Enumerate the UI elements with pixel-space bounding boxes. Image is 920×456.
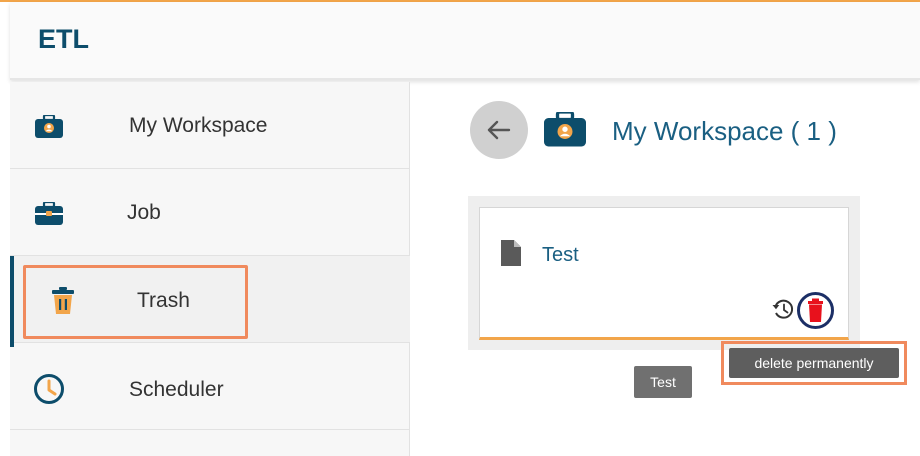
sidebar-item-label: Scheduler <box>129 378 224 401</box>
delete-permanently-button[interactable] <box>797 292 834 329</box>
arrow-left-icon <box>487 120 511 140</box>
card-title: Test <box>542 244 579 266</box>
clock-icon <box>33 373 65 410</box>
page-title: My Workspace ( 1 ) <box>612 116 837 146</box>
sidebar-item-label: My Workspace <box>129 114 268 137</box>
sidebar-item-scheduler[interactable]: Scheduler <box>10 343 410 430</box>
back-button[interactable] <box>470 101 528 159</box>
sidebar: My Workspace Job Trash Scheduler <box>10 82 410 456</box>
app-header: ETL <box>10 2 920 80</box>
restore-icon[interactable] <box>771 297 795 326</box>
app-title: ETL <box>38 24 89 54</box>
briefcase-icon <box>542 110 588 153</box>
sidebar-item-trash[interactable]: Trash <box>10 256 410 347</box>
briefcase-icon <box>34 200 64 231</box>
sidebar-item-job[interactable]: Job <box>10 169 410 256</box>
file-icon <box>500 239 522 272</box>
delete-icon <box>808 298 823 322</box>
delete-tooltip: delete permanently <box>729 348 899 378</box>
trash-icon <box>51 287 75 320</box>
active-indicator <box>10 256 14 347</box>
sidebar-item-label: Trash <box>137 289 190 312</box>
card-tooltip: Test <box>634 366 692 398</box>
briefcase-icon <box>34 113 64 144</box>
sidebar-item-label: Job <box>127 201 161 224</box>
sidebar-item-my-workspace[interactable]: My Workspace <box>10 82 410 169</box>
